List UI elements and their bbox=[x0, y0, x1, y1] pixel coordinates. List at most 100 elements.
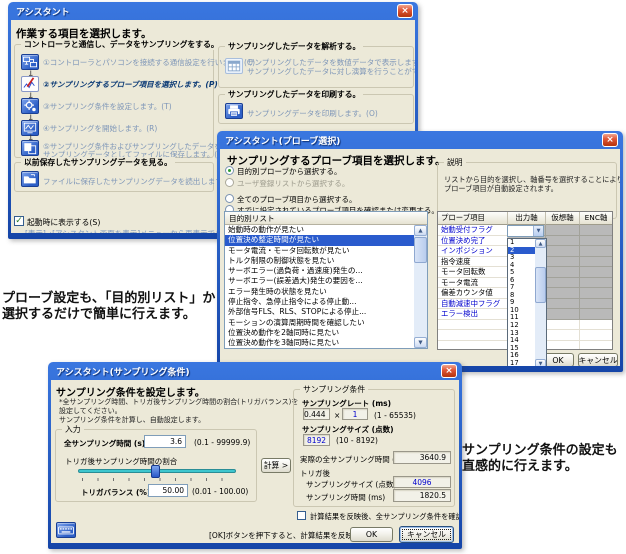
total-time-label: 全サンプリング時間 (s) bbox=[64, 438, 145, 449]
list-item[interactable]: モーションの演算周期時間を確認したい bbox=[225, 318, 414, 328]
calculate-button[interactable]: 計算 > bbox=[261, 458, 291, 473]
close-icon[interactable]: × bbox=[397, 4, 413, 18]
keyboard-icon[interactable] bbox=[56, 522, 76, 538]
axis-cell[interactable] bbox=[580, 225, 612, 236]
probe-item[interactable] bbox=[438, 341, 508, 351]
list-item[interactable]: 位置決め動作を2軸同時に見たい bbox=[225, 328, 414, 338]
probe-item[interactable]: モータ回転数 bbox=[438, 267, 508, 278]
radio-purpose-probe-label[interactable]: 目的別プローブから選択する。 bbox=[237, 166, 342, 177]
analyze-data-icon[interactable] bbox=[225, 58, 243, 74]
probe-item[interactable]: 位置決め完了 bbox=[438, 236, 508, 247]
assistant-titlebar[interactable]: アシスタント × bbox=[11, 2, 415, 20]
col-output-axis[interactable]: 出力軸 bbox=[508, 212, 546, 225]
step-start-sampling[interactable]: ④サンプリングを開始します。(R) bbox=[43, 123, 157, 134]
analyze-data-line2[interactable]: サンプリングしたデータに対し演算を行うことができます。(D) bbox=[247, 66, 415, 77]
axis-cell[interactable] bbox=[580, 246, 612, 257]
purpose-list-header[interactable]: 目的別リスト bbox=[225, 212, 427, 225]
close-icon[interactable]: × bbox=[602, 133, 618, 147]
output-axis-combo[interactable]: ▼ bbox=[507, 225, 544, 237]
axis-cell[interactable] bbox=[580, 320, 612, 331]
radio-all-probe-label[interactable]: 全てのプローブ項目から選択する。 bbox=[237, 194, 357, 205]
axis-cell[interactable] bbox=[580, 341, 612, 351]
print-data-link[interactable]: サンプリングデータを印刷します。(O) bbox=[247, 108, 378, 119]
axis-cell[interactable] bbox=[580, 330, 612, 341]
axis-cell[interactable] bbox=[580, 236, 612, 247]
rate-multiplier-box[interactable]: 1 bbox=[342, 408, 368, 420]
axis-cell[interactable] bbox=[546, 299, 580, 310]
probe-item[interactable]: インポジション bbox=[438, 246, 508, 257]
scroll-down-icon[interactable]: ▼ bbox=[414, 337, 427, 348]
list-item[interactable]: 外部信号FLS、RLS、STOPによる停止... bbox=[225, 307, 414, 317]
list-item[interactable]: サーボエラー(誤差過大)発生の要因を... bbox=[225, 276, 414, 286]
step-sampling-conditions[interactable]: ③サンプリング条件を設定します。(T) bbox=[43, 101, 172, 112]
probe-item[interactable]: モータ電流 bbox=[438, 278, 508, 289]
axis-cell[interactable] bbox=[546, 309, 580, 320]
scroll-down-icon[interactable]: ▼ bbox=[535, 359, 546, 366]
axis-cell[interactable] bbox=[546, 320, 580, 331]
scroll-thumb[interactable] bbox=[535, 267, 546, 303]
load-data-link[interactable]: ファイルに保存したサンプリングデータを読出します。(L) bbox=[43, 176, 240, 187]
probe-item[interactable] bbox=[438, 320, 508, 331]
axis-cell[interactable] bbox=[546, 267, 580, 278]
load-data-icon[interactable] bbox=[21, 171, 39, 187]
list-item-selected[interactable]: 位置決め整定時間が見たい bbox=[225, 235, 414, 245]
axis-cell[interactable] bbox=[580, 257, 612, 268]
probe-table-header: プローブ項目 出力軸 仮想軸 ENC軸 bbox=[438, 212, 612, 225]
list-item[interactable]: 停止指令、急停止指令による停止動... bbox=[225, 297, 414, 307]
probe-select-titlebar[interactable]: アシスタント(プローブ選択) × bbox=[220, 131, 620, 149]
cancel-button[interactable]: キャンセル bbox=[578, 353, 618, 366]
dropdown-scrollbar[interactable]: ▲ ▼ bbox=[535, 239, 546, 366]
chevron-down-icon[interactable]: ▼ bbox=[533, 226, 543, 236]
axis-cell[interactable] bbox=[546, 330, 580, 341]
list-item[interactable]: モータ電流・モータ回転数が見たい bbox=[225, 246, 414, 256]
cancel-button[interactable]: キャンセル bbox=[399, 526, 454, 543]
size-value-box[interactable]: 8192 bbox=[303, 434, 330, 446]
close-icon[interactable]: × bbox=[441, 364, 457, 378]
probe-item[interactable]: 自動減速中フラグ bbox=[438, 299, 508, 310]
axis-cell[interactable] bbox=[546, 278, 580, 289]
list-item[interactable]: エラー発生時の状態を見たい bbox=[225, 287, 414, 297]
total-time-input[interactable]: 3.6 bbox=[144, 435, 186, 448]
trigger-balance-input[interactable]: 50.00 bbox=[148, 484, 188, 497]
probe-item[interactable]: 始動受付フラグ bbox=[438, 225, 508, 236]
confirm-checkbox[interactable] bbox=[297, 511, 306, 520]
comm-settings-icon[interactable] bbox=[21, 54, 39, 70]
list-item[interactable]: サーボエラー(過負荷・過速度)発生の... bbox=[225, 266, 414, 276]
axis-cell[interactable] bbox=[546, 246, 580, 257]
radio-all-probe[interactable] bbox=[225, 194, 234, 203]
axis-cell[interactable] bbox=[580, 278, 612, 289]
radio-purpose-probe[interactable] bbox=[225, 166, 234, 175]
trigger-balance-slider-thumb[interactable] bbox=[151, 465, 160, 478]
list-item[interactable]: 位置決め動作を3軸同時に見たい bbox=[225, 338, 414, 348]
axis-cell[interactable] bbox=[546, 341, 580, 351]
axis-cell[interactable] bbox=[580, 299, 612, 310]
axis-cell[interactable] bbox=[580, 309, 612, 320]
scroll-up-icon[interactable]: ▲ bbox=[535, 239, 546, 248]
save-data-icon[interactable] bbox=[21, 140, 39, 156]
sampling-conditions-titlebar[interactable]: アシスタント(サンプリング条件) × bbox=[51, 362, 459, 380]
startup-checkbox[interactable]: ✓ bbox=[14, 216, 24, 226]
ok-button[interactable]: OK bbox=[350, 527, 393, 542]
scroll-up-icon[interactable]: ▲ bbox=[414, 225, 427, 236]
print-data-icon[interactable] bbox=[225, 103, 243, 119]
purpose-list-scrollbar[interactable]: ▲ ▼ bbox=[414, 225, 427, 348]
list-item[interactable]: トルク制限の制御状態を見たい bbox=[225, 256, 414, 266]
probe-item[interactable]: 偏差カウンタ値 bbox=[438, 288, 508, 299]
col-probe-item[interactable]: プローブ項目 bbox=[438, 212, 508, 225]
axis-cell[interactable] bbox=[580, 267, 612, 278]
axis-cell[interactable] bbox=[546, 288, 580, 299]
col-virtual-axis[interactable]: 仮想軸 bbox=[546, 212, 580, 225]
axis-cell[interactable] bbox=[546, 257, 580, 268]
probe-item[interactable] bbox=[438, 330, 508, 341]
axis-cell[interactable] bbox=[580, 288, 612, 299]
col-enc-axis[interactable]: ENC軸 bbox=[580, 212, 612, 225]
probe-select-icon[interactable] bbox=[21, 76, 39, 92]
probe-item[interactable]: 指令速度 bbox=[438, 257, 508, 268]
step-probe-select[interactable]: ②サンプリングするプローブ項目を選択します。(P) bbox=[43, 79, 218, 90]
list-item[interactable]: 始動時の動作が見たい bbox=[225, 225, 414, 235]
sampling-conditions-icon[interactable] bbox=[21, 98, 39, 114]
axis-cell[interactable] bbox=[546, 225, 580, 236]
scroll-thumb[interactable] bbox=[414, 237, 427, 263]
probe-item[interactable]: エラー検出 bbox=[438, 309, 508, 320]
axis-cell[interactable] bbox=[546, 236, 580, 247]
